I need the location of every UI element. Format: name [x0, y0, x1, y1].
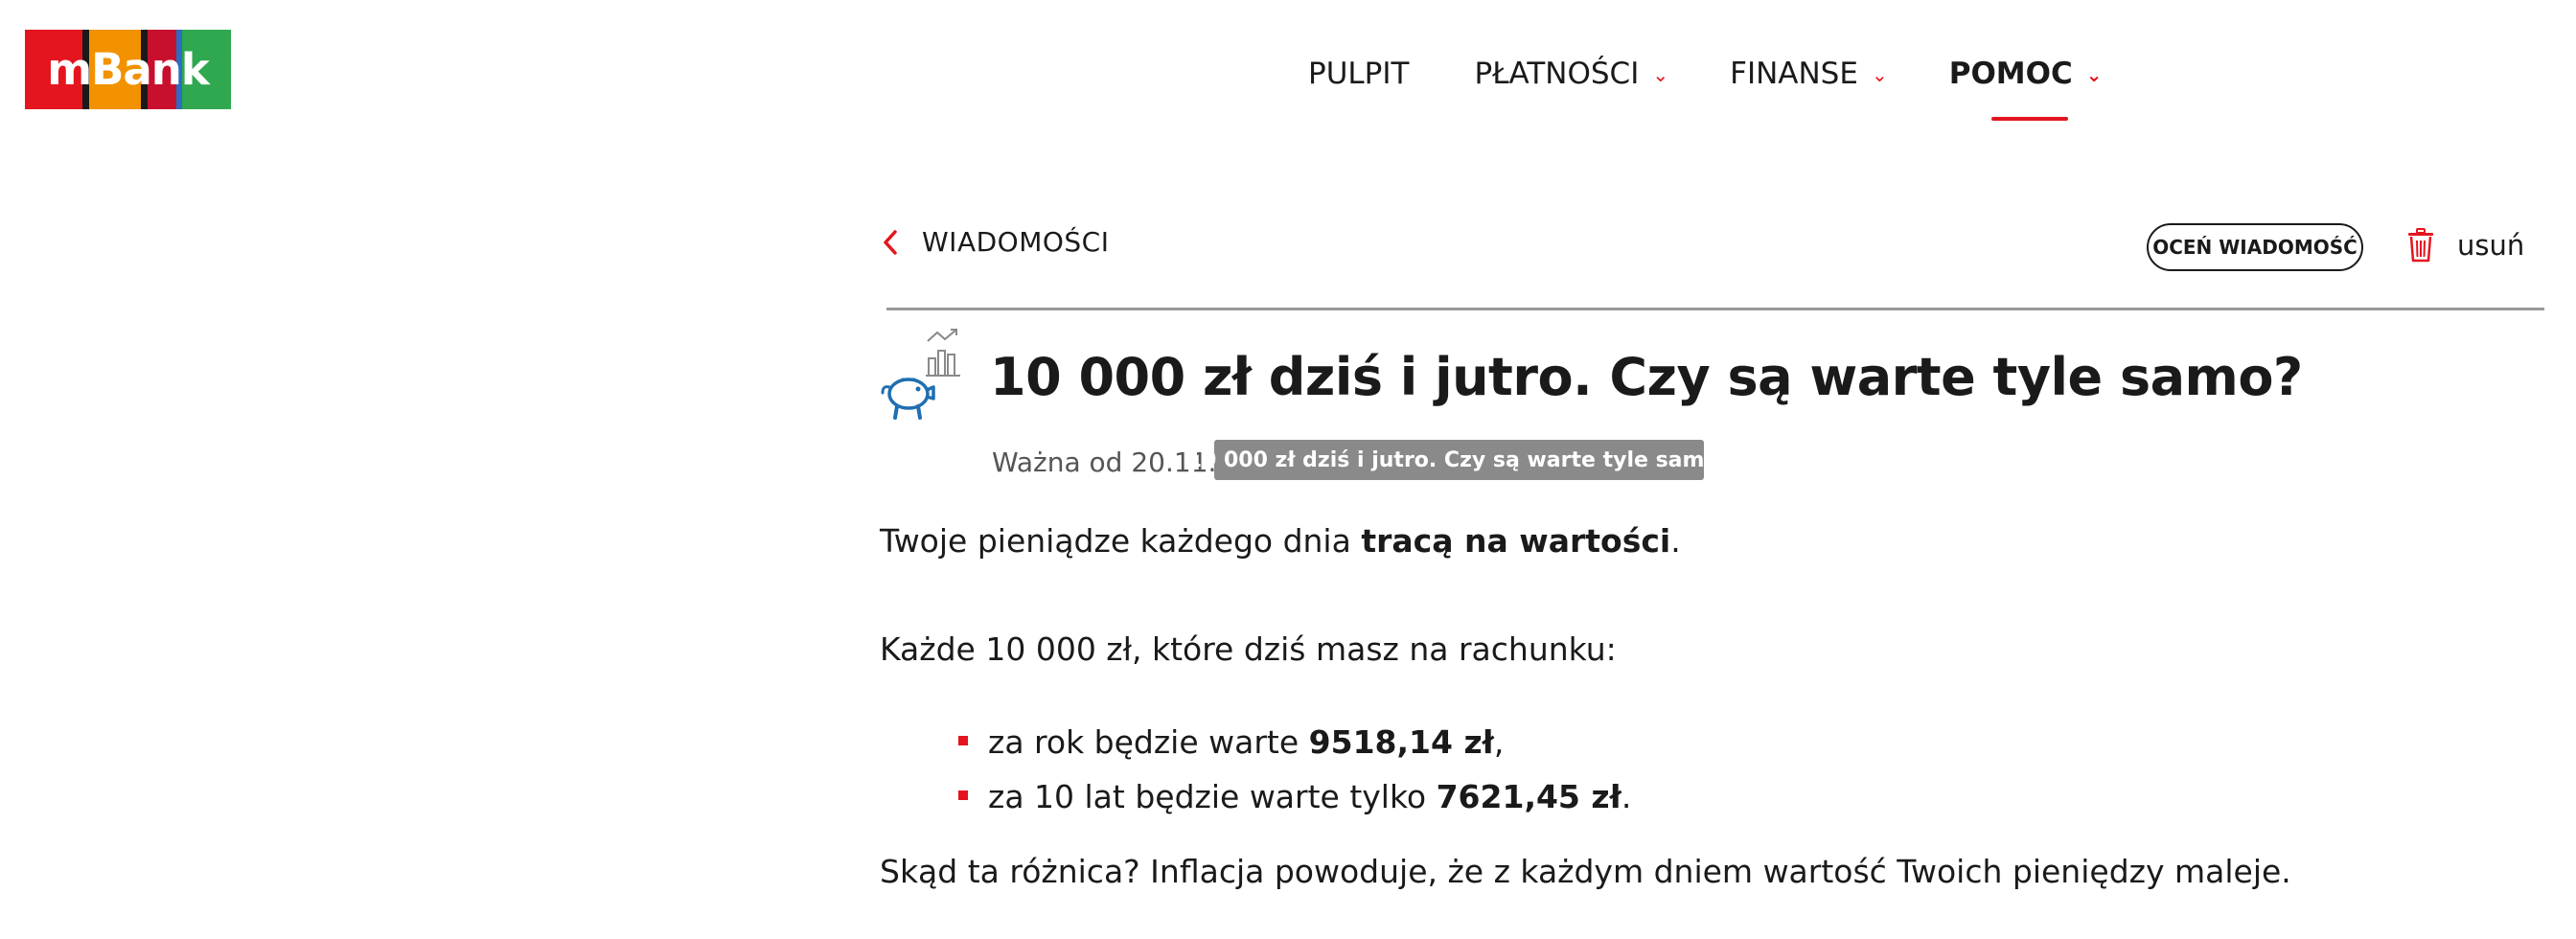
delete-message-button[interactable]: usuń	[2407, 228, 2524, 263]
nav-label: PŁATNOŚCI	[1474, 57, 1640, 91]
list-item: za 10 lat będzie warte tylko 7621,45 zł.	[958, 769, 1631, 824]
list-item-value: 7621,45 zł	[1436, 778, 1622, 815]
list-item: za rok będzie warte 9518,14 zł,	[958, 715, 1631, 769]
list-item-value: 9518,14 zł	[1308, 723, 1494, 761]
nav-label: POMOC	[1948, 57, 2073, 91]
title-tooltip: 10 000 zł dziś i jutro. Czy są warte tyl…	[1187, 440, 1731, 480]
piggy-bank-chart-icon	[881, 329, 960, 420]
chevron-down-icon: ⌄	[1871, 63, 1888, 86]
chevron-left-icon	[884, 229, 897, 255]
mbank-logo[interactable]: mBank	[25, 30, 231, 109]
back-to-messages-link[interactable]: WIADOMOŚCI	[880, 226, 1109, 258]
nav-item-platnosci[interactable]: PŁATNOŚCI ⌄	[1474, 57, 1668, 91]
back-label: WIADOMOŚCI	[922, 226, 1110, 258]
list-item-end: ,	[1493, 723, 1505, 761]
p1-bold: tracą na wartości	[1361, 522, 1671, 560]
bullet-icon	[958, 736, 968, 745]
p1-end: .	[1670, 522, 1681, 560]
active-nav-indicator	[1991, 117, 2068, 121]
rate-message-button[interactable]: OCEŃ WIADOMOŚĆ	[2147, 223, 2363, 271]
trash-icon	[2408, 228, 2433, 263]
delete-label: usuń	[2457, 229, 2525, 262]
logo-text: mBank	[47, 44, 210, 95]
nav-label: PULPIT	[1308, 57, 1410, 91]
chevron-down-icon: ⌄	[1652, 63, 1669, 86]
message-title: 10 000 zł dziś i jutro. Czy są warte tyl…	[990, 347, 2303, 407]
header-divider	[886, 308, 2544, 310]
message-paragraph-2: Każde 10 000 zł, które dziś masz na rach…	[880, 630, 1617, 668]
main-nav: PULPIT PŁATNOŚCI ⌄ FINANSE ⌄ POMOC ⌄	[1308, 50, 2103, 98]
list-item-text: za rok będzie warte	[988, 723, 1300, 761]
nav-item-finanse[interactable]: FINANSE ⌄	[1730, 57, 1888, 91]
nav-item-pulpit[interactable]: PULPIT	[1308, 57, 1409, 91]
bullet-icon	[958, 790, 968, 800]
message-paragraph-3: Skąd ta różnica? Inflacja powoduje, że z…	[880, 853, 2291, 890]
message-paragraph-1: Twoje pieniądze każdego dnia tracą na wa…	[880, 522, 1681, 560]
chevron-down-icon: ⌄	[2085, 63, 2103, 86]
list-item-text: za 10 lat będzie warte tylko	[988, 778, 1427, 815]
nav-label: FINANSE	[1730, 57, 1858, 91]
value-list: za rok będzie warte 9518,14 zł, za 10 la…	[958, 715, 1631, 824]
nav-item-pomoc[interactable]: POMOC ⌄	[1949, 57, 2103, 91]
list-item-end: .	[1621, 778, 1632, 815]
p1-text: Twoje pieniądze każdego dnia	[880, 522, 1362, 560]
